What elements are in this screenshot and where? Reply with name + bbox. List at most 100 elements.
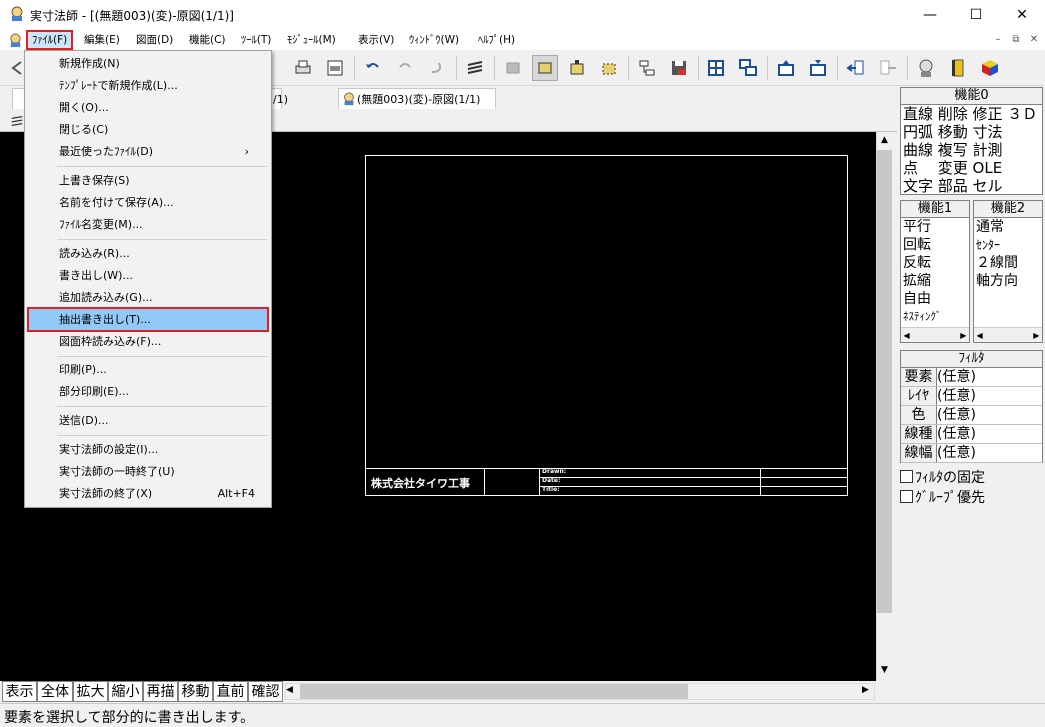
- mdi-close-button[interactable]: ✕: [1026, 33, 1042, 47]
- undo-icon[interactable]: [360, 55, 386, 81]
- filter-row-color[interactable]: 色 (任意): [901, 406, 1042, 425]
- menu-item-close[interactable]: 閉じる(C): [29, 119, 267, 140]
- function1-item[interactable]: 平行: [903, 218, 969, 236]
- filter-row-linetype[interactable]: 線種 (任意): [901, 425, 1042, 444]
- close-button[interactable]: ✕: [999, 0, 1045, 30]
- menu-item-new[interactable]: 新規作成(N): [29, 53, 267, 74]
- view-display-button[interactable]: 表示: [2, 681, 37, 702]
- menu-function[interactable]: 機能(C): [185, 32, 230, 49]
- mdi-minimize-button[interactable]: –: [990, 33, 1006, 47]
- scroll-left-icon[interactable]: ◀: [286, 685, 298, 699]
- function1-hscroll[interactable]: ◀ ▶: [901, 327, 969, 342]
- filter-row-linewidth[interactable]: 線幅 (任意): [901, 444, 1042, 463]
- checkbox-box[interactable]: [900, 470, 913, 483]
- scroll-thumb[interactable]: [877, 150, 892, 613]
- scroll-up-icon[interactable]: ▲: [877, 135, 892, 149]
- view-redraw-button[interactable]: 再描: [143, 681, 178, 702]
- menu-help[interactable]: ﾍﾙﾌﾟ(H): [474, 32, 519, 49]
- frame-down-icon[interactable]: [805, 55, 831, 81]
- menu-item-print[interactable]: 印刷(P)...: [29, 359, 267, 380]
- function0-row[interactable]: 円弧 移動 寸法: [903, 123, 1042, 141]
- view-previous-button[interactable]: 直前: [213, 681, 248, 702]
- tab-document-2[interactable]: (無題003)(変)-原図(1/1): [338, 88, 496, 109]
- drawing-frame: 株式会社タイワ工事 Drawn: Date: Title:: [365, 155, 848, 496]
- scroll-down-icon[interactable]: ▼: [877, 665, 892, 679]
- menu-item-save-as[interactable]: 名前を付けて保存(A)...: [29, 192, 267, 213]
- function0-row[interactable]: 曲線 複写 計測: [903, 141, 1042, 159]
- redo-icon[interactable]: [392, 55, 418, 81]
- menu-item-save[interactable]: 上書き保存(S): [29, 170, 267, 191]
- menu-item-settings[interactable]: 実寸法師の設定(I)...: [29, 439, 267, 460]
- export-icon[interactable]: [843, 55, 869, 81]
- menu-window[interactable]: ｳｨﾝﾄﾞｳ(W): [405, 32, 463, 49]
- select-corner-icon[interactable]: [564, 55, 590, 81]
- menu-item-suspend[interactable]: 実寸法師の一時終了(U): [29, 461, 267, 482]
- menu-item-exit[interactable]: 実寸法師の終了(X) Alt+F4: [29, 483, 267, 504]
- print-icon[interactable]: [290, 55, 316, 81]
- minimize-button[interactable]: —: [907, 0, 953, 30]
- function2-hscroll[interactable]: ◀ ▶: [974, 327, 1042, 342]
- menu-module[interactable]: ﾓｼﾞｭｰﾙ(M): [283, 32, 340, 49]
- menu-item-open[interactable]: 開く(O)...: [29, 97, 267, 118]
- view-move-button[interactable]: 移動: [178, 681, 213, 702]
- hscroll-thumb[interactable]: [300, 684, 688, 699]
- function1-item[interactable]: ﾈｽﾃｨﾝｸﾞ: [903, 308, 969, 326]
- filter-fix-checkbox[interactable]: ﾌｨﾙﾀの固定: [900, 467, 985, 487]
- filter-row-layer[interactable]: ﾚｲﾔ (任意): [901, 387, 1042, 406]
- assistant-icon[interactable]: [913, 55, 939, 81]
- cascade-icon[interactable]: [735, 55, 761, 81]
- tree-icon[interactable]: [634, 55, 660, 81]
- frame-up-icon[interactable]: [773, 55, 799, 81]
- function2-item[interactable]: ｾﾝﾀｰ: [976, 236, 1042, 254]
- mdi-restore-button[interactable]: ⧉: [1008, 33, 1024, 47]
- function0-title: 機能0: [901, 88, 1042, 105]
- view-zoom-out-button[interactable]: 縮小: [108, 681, 143, 702]
- select-gray-icon[interactable]: [500, 55, 526, 81]
- function1-item[interactable]: 拡縮: [903, 272, 969, 290]
- function0-row[interactable]: 直線 削除 修正 ３Ｄ: [903, 105, 1042, 123]
- view-all-button[interactable]: 全体: [37, 681, 73, 702]
- menu-item-append-import[interactable]: 追加読み込み(G)...: [29, 287, 267, 308]
- select-partial-icon[interactable]: [596, 55, 622, 81]
- menu-tools[interactable]: ﾂｰﾙ(T): [237, 32, 275, 49]
- menu-edit[interactable]: 編集(E): [80, 32, 124, 49]
- menu-view[interactable]: 表示(V): [354, 32, 398, 49]
- view-confirm-button[interactable]: 確認: [248, 681, 283, 702]
- filter-row-element[interactable]: 要素 (任意): [901, 368, 1042, 387]
- function1-item[interactable]: 自由: [903, 290, 969, 308]
- field-date: Date:: [542, 477, 561, 484]
- function2-item[interactable]: 軸方向: [976, 272, 1042, 290]
- function1-item[interactable]: 反転: [903, 254, 969, 272]
- menu-drawing[interactable]: 図面(D): [132, 32, 177, 49]
- save-icon[interactable]: [666, 55, 692, 81]
- layers-icon[interactable]: [462, 55, 488, 81]
- maximize-button[interactable]: ☐: [953, 0, 999, 30]
- repeat-icon[interactable]: [424, 55, 450, 81]
- print-preview-icon[interactable]: [322, 55, 348, 81]
- menu-item-recent-files[interactable]: 最近使ったﾌｧｲﾙ(D) ›: [29, 141, 267, 162]
- menu-item-extract-export[interactable]: 抽出書き出し(T)...: [27, 307, 269, 332]
- function1-item[interactable]: 回転: [903, 236, 969, 254]
- function0-row[interactable]: 点 変更 OLE: [903, 159, 1042, 177]
- menu-item-frame-import[interactable]: 図面枠読み込み(F)...: [29, 331, 267, 352]
- cube-icon[interactable]: [977, 55, 1003, 81]
- menu-item-rename[interactable]: ﾌｧｲﾙ名変更(M)...: [29, 214, 267, 235]
- function0-row[interactable]: 文字 部品 セル: [903, 177, 1042, 195]
- view-zoom-in-button[interactable]: 拡大: [73, 681, 108, 702]
- group-priority-checkbox[interactable]: ｸﾞﾙｰﾌﾟ優先: [900, 487, 985, 507]
- function2-item[interactable]: ２線間: [976, 254, 1042, 272]
- menu-item-import[interactable]: 読み込み(R)...: [29, 243, 267, 264]
- menu-item-partial-print[interactable]: 部分印刷(E)...: [29, 381, 267, 402]
- checkbox-box[interactable]: [900, 490, 913, 503]
- menu-item-new-from-template[interactable]: ﾃﾝﾌﾟﾚｰﾄで新規作成(L)...: [29, 75, 267, 96]
- exit-door-icon[interactable]: [945, 55, 971, 81]
- menu-file[interactable]: ﾌｧｲﾙ(F): [26, 30, 74, 50]
- menu-item-export[interactable]: 書き出し(W)...: [29, 265, 267, 286]
- scroll-right-icon[interactable]: ▶: [862, 685, 874, 699]
- menu-item-send[interactable]: 送信(D)...: [29, 410, 267, 431]
- import-icon[interactable]: [875, 55, 901, 81]
- function2-item[interactable]: 通常: [976, 218, 1042, 236]
- layer-icon[interactable]: [10, 114, 24, 128]
- select-rect-icon[interactable]: [532, 55, 558, 81]
- tile-icon[interactable]: [703, 55, 729, 81]
